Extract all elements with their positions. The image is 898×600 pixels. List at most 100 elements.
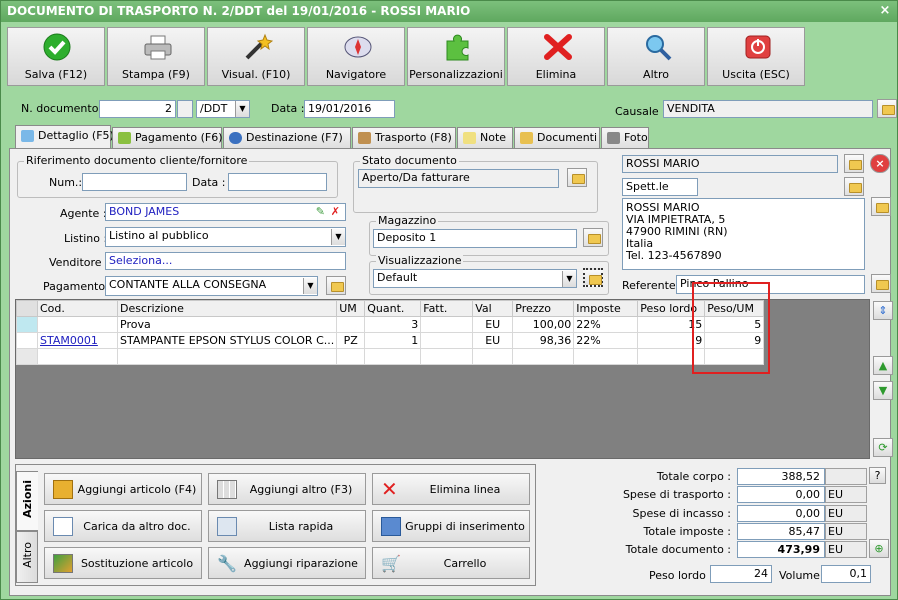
clear-icon[interactable]: ✗ [331, 204, 340, 220]
cell-val[interactable]: EU [472, 332, 514, 349]
table-row[interactable]: STAM0001 STAMPANTE EPSON STYLUS COLOR C.… [16, 332, 765, 349]
tab-note[interactable]: Note [457, 127, 513, 149]
tab-pagamento[interactable]: Pagamento (F6) [112, 127, 223, 149]
row-selector[interactable] [16, 332, 38, 349]
col-prezzo[interactable]: Prezzo [512, 300, 575, 317]
edit-icon[interactable]: ✎ [316, 204, 325, 220]
ref-date-input[interactable] [228, 173, 327, 191]
arrow-down-icon[interactable]: ▼ [873, 381, 893, 400]
pagamento-folder-icon[interactable] [326, 276, 346, 295]
col-um[interactable]: UM [336, 300, 366, 317]
row-selector[interactable] [16, 348, 38, 365]
cell-prezzo[interactable]: 98,36 [512, 332, 575, 349]
cell-um[interactable]: PZ [336, 332, 366, 349]
warehouse-folder-icon[interactable] [583, 228, 603, 247]
cell-imposte[interactable]: 22% [573, 332, 639, 349]
warehouse-input[interactable]: Deposito 1 [373, 229, 577, 248]
cell-descr[interactable]: Prova [116, 316, 338, 333]
insert-groups-button[interactable]: Gruppi di inserimento [372, 510, 530, 542]
zoom-in-icon[interactable]: ⊕ [869, 539, 889, 558]
status-folder-icon[interactable] [567, 168, 587, 187]
col-fatt[interactable]: Fatt. [420, 300, 474, 317]
add-other-button[interactable]: Aggiungi altro (F3) [208, 473, 366, 505]
cell-descr[interactable]: STAMPANTE EPSON STYLUS COLOR C... [116, 332, 338, 349]
quick-list-button[interactable]: Lista rapida [208, 510, 366, 542]
add-repair-button[interactable]: 🔧 Aggiungi riparazione [208, 547, 366, 579]
table-row[interactable]: Prova 3 EU 100,00 22% 15 5 [16, 316, 765, 333]
close-icon[interactable]: × [878, 4, 892, 18]
series-select[interactable]: /DDT ▼ [196, 100, 250, 118]
tab-azioni[interactable]: Azioni [16, 471, 38, 531]
col-imposte[interactable]: Imposte [573, 300, 639, 317]
date-input[interactable]: 19/01/2016 [304, 100, 395, 118]
venditore-input[interactable]: Seleziona... [105, 252, 346, 270]
cell-fatt[interactable] [420, 316, 474, 333]
tab-altro[interactable]: Altro [16, 531, 38, 583]
pagamento-select[interactable]: CONTANTE ALLA CONSEGNA ▼ [105, 276, 318, 296]
address-folder-icon[interactable] [871, 197, 891, 216]
cell-quant[interactable]: 1 [364, 332, 422, 349]
navigator-button[interactable]: Navigatore [307, 27, 405, 86]
view-settings-icon[interactable] [583, 268, 603, 287]
arrow-up-icon[interactable]: ▲ [873, 356, 893, 375]
ndoc-spin[interactable] [177, 100, 193, 118]
col-quant[interactable]: Quant. [364, 300, 422, 317]
refresh-icon[interactable]: ⟳ [873, 438, 893, 457]
view-select[interactable]: Default ▼ [373, 269, 577, 288]
move-up-down-icon[interactable]: ⇕ [873, 301, 893, 320]
cell-um[interactable] [336, 316, 366, 333]
ndoc-input[interactable]: 2 [99, 100, 176, 118]
cell-quant[interactable]: 3 [364, 316, 422, 333]
cell-fatt[interactable] [420, 332, 474, 349]
customer-address[interactable]: ROSSI MARIO VIA IMPIETRATA, 5 47900 RIMI… [622, 198, 865, 270]
tab-foto[interactable]: Foto [601, 127, 649, 149]
chevron-down-icon[interactable]: ▼ [303, 278, 317, 294]
customizations-button[interactable]: Personalizzazioni [407, 27, 505, 86]
collection-fees-value[interactable]: 0,00 [737, 505, 825, 522]
delete-button[interactable]: Elimina [507, 27, 605, 86]
help-button[interactable]: ? [869, 467, 886, 484]
load-doc-button[interactable]: Carica da altro doc. [44, 510, 202, 542]
more-button[interactable]: Altro [607, 27, 705, 86]
col-cod[interactable]: Cod. [37, 300, 118, 317]
preview-button[interactable]: Visual. (F10) [207, 27, 305, 86]
tab-dettaglio-label: Dettaglio (F5) [38, 129, 114, 142]
save-button[interactable]: Salva (F12) [7, 27, 105, 86]
chevron-down-icon[interactable]: ▼ [331, 229, 345, 245]
col-val[interactable]: Val [472, 300, 514, 317]
num-input[interactable] [82, 173, 187, 191]
cell-cod[interactable] [37, 316, 118, 333]
tab-dettaglio[interactable]: Dettaglio (F5) [15, 125, 114, 150]
exit-button[interactable]: Uscita (ESC) [707, 27, 805, 86]
cart-button[interactable]: 🛒 Carrello [372, 547, 530, 579]
replace-article-button[interactable]: Sostituzione articolo [44, 547, 202, 579]
cell-cod-link[interactable]: STAM0001 [37, 332, 118, 349]
cell-prezzo[interactable]: 100,00 [512, 316, 575, 333]
chevron-down-icon[interactable]: ▼ [235, 101, 249, 117]
agente-input[interactable]: BOND JAMES ✎ ✗ [105, 203, 346, 221]
volume-value[interactable]: 0,1 [821, 565, 871, 583]
cell-val[interactable]: EU [472, 316, 514, 333]
tab-trasporto[interactable]: Trasporto (F8) [352, 127, 456, 149]
causale-folder-icon[interactable] [877, 99, 897, 118]
chevron-down-icon[interactable]: ▼ [562, 271, 576, 287]
col-descrizione[interactable]: Descrizione [116, 300, 338, 317]
shipping-value[interactable]: 0,00 [737, 486, 825, 503]
cell-imposte[interactable]: 22% [573, 316, 639, 333]
table-row-empty[interactable] [16, 348, 765, 365]
row-selector[interactable] [16, 316, 38, 333]
customer-search-icon[interactable] [844, 177, 864, 196]
customer-folder-icon[interactable] [844, 154, 864, 173]
delete-line-button[interactable]: ✕ Elimina linea [372, 473, 530, 505]
tab-documenti[interactable]: Documenti [514, 127, 600, 149]
listino-select[interactable]: Listino al pubblico ▼ [105, 227, 346, 247]
referente-folder-icon[interactable] [871, 274, 891, 293]
add-article-button[interactable]: Aggiungi articolo (F4) [44, 473, 202, 505]
salutation-input[interactable]: Spett.le [622, 178, 698, 196]
load-doc-label: Carica da altro doc. [83, 520, 191, 533]
causale-input[interactable]: VENDITA [663, 100, 873, 118]
remove-customer-icon[interactable]: × [870, 154, 890, 173]
tab-destinazione[interactable]: Destinazione (F7) [223, 127, 351, 149]
print-button[interactable]: Stampa (F9) [107, 27, 205, 86]
customer-name-input[interactable]: ROSSI MARIO [622, 155, 838, 173]
